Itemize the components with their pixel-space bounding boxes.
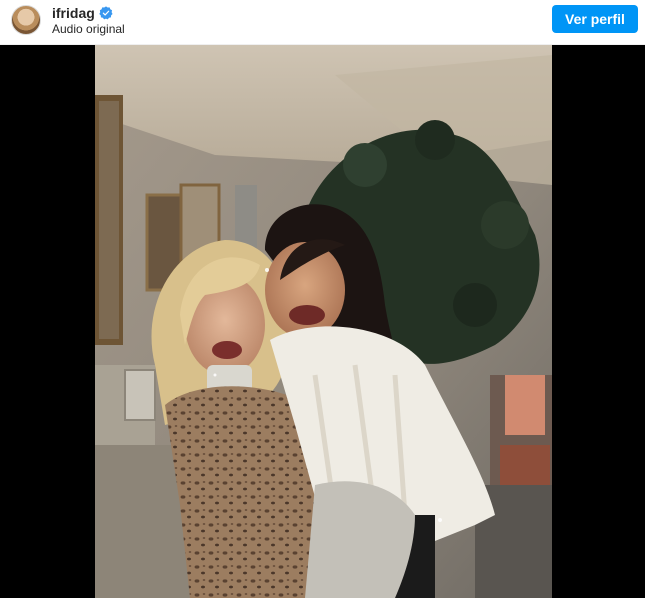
username-link[interactable]: ifridag: [52, 5, 95, 21]
verified-badge-icon: [99, 6, 113, 20]
post-header: ifridag Audio original Ver perfil: [0, 0, 645, 45]
avatar[interactable]: [11, 5, 41, 35]
video-player[interactable]: [0, 45, 645, 598]
video-frame[interactable]: [95, 45, 552, 598]
audio-subtitle[interactable]: Audio original: [52, 22, 125, 36]
view-profile-button[interactable]: Ver perfil: [552, 5, 638, 33]
username-row: ifridag: [52, 5, 113, 21]
